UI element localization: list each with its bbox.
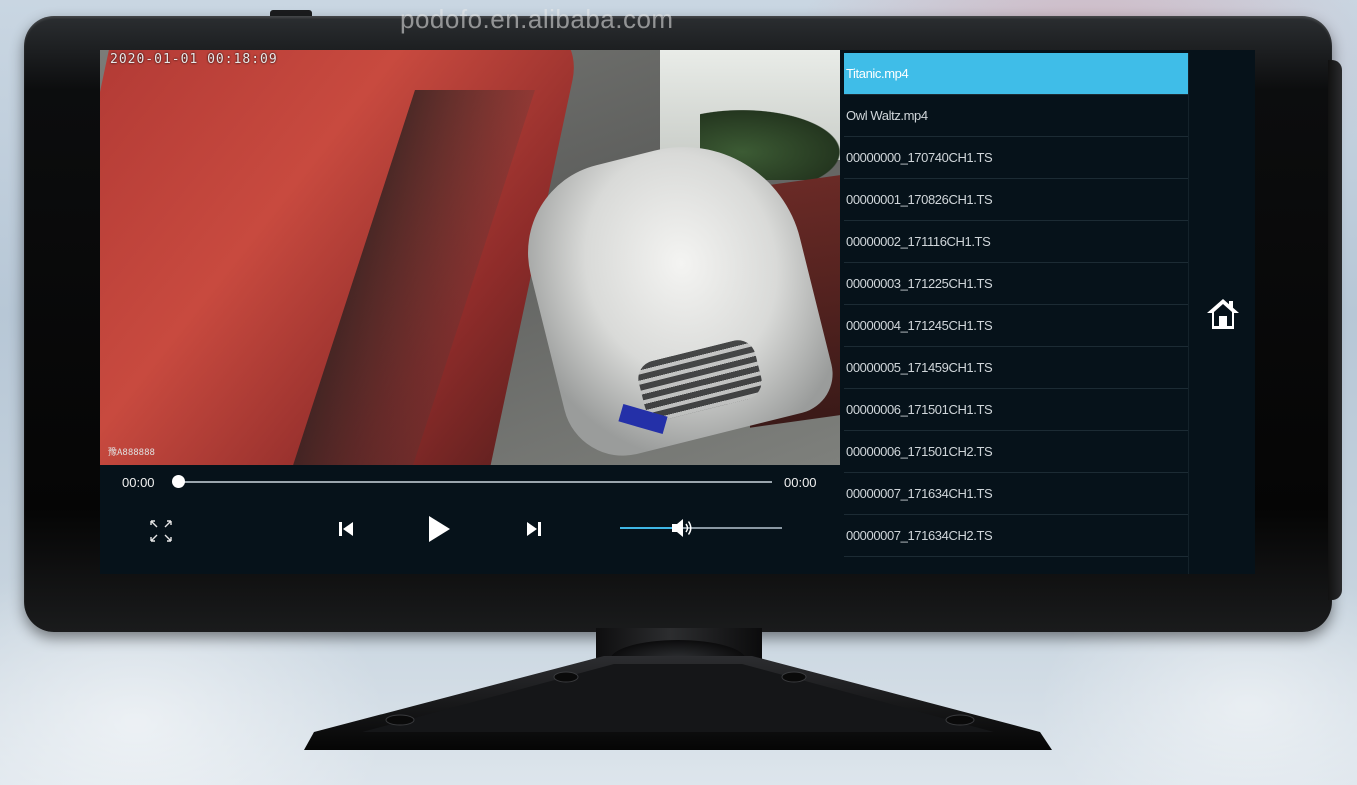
playlist-item[interactable]: 00000002_171116CH1.TS [844, 221, 1188, 263]
osd-timestamp: 2020-01-01 00:18:09 [110, 52, 278, 67]
playlist-divider [1188, 53, 1189, 574]
playlist-item[interactable]: 00000007_171634CH1.TS [844, 473, 1188, 515]
seek-bar[interactable] [178, 481, 772, 483]
playlist-item[interactable]: 00000003_171225CH1.TS [844, 263, 1188, 305]
monitor-screen: 2020-01-01 00:18:09 豫A888888 00:00 00:00 [100, 50, 1255, 574]
play-icon [429, 516, 450, 542]
previous-button[interactable] [334, 516, 360, 542]
playlist-item[interactable]: Owl Waltz.mp4 [844, 95, 1188, 137]
playlist: Titanic.mp4 Owl Waltz.mp4 00000000_17074… [844, 53, 1188, 574]
playlist-item[interactable]: 00000004_171245CH1.TS [844, 305, 1188, 347]
home-button[interactable] [1203, 294, 1243, 334]
playlist-item[interactable]: 00000000_170740CH1.TS [844, 137, 1188, 179]
volume-slider-fill[interactable] [620, 527, 673, 529]
duration-time: 00:00 [784, 475, 817, 490]
monitor-side-edge [1328, 60, 1342, 600]
playlist-item-selected[interactable]: Titanic.mp4 [844, 53, 1188, 95]
playlist-item[interactable]: 00000007_171634CH2.TS [844, 515, 1188, 557]
video-player[interactable]: 2020-01-01 00:18:09 豫A888888 [100, 50, 840, 465]
expand-arrows-icon [150, 520, 172, 542]
home-icon [1207, 299, 1239, 329]
speaker-icon [672, 519, 692, 537]
fullscreen-button[interactable] [144, 514, 178, 548]
play-button[interactable] [424, 512, 454, 546]
seek-handle[interactable] [172, 475, 185, 488]
playlist-item[interactable]: 00000006_171501CH1.TS [844, 389, 1188, 431]
playlist-item[interactable]: 00000006_171501CH2.TS [844, 431, 1188, 473]
current-time: 00:00 [122, 475, 155, 490]
skip-next-icon [527, 522, 541, 536]
playlist-item[interactable]: 00000001_170826CH1.TS [844, 179, 1188, 221]
stand-base [304, 656, 1052, 750]
next-button[interactable] [520, 516, 546, 542]
osd-plate-text: 豫A888888 [108, 448, 155, 458]
playlist-item[interactable]: 00000005_171459CH1.TS [844, 347, 1188, 389]
skip-previous-icon [339, 522, 353, 536]
volume-handle[interactable] [669, 516, 695, 540]
